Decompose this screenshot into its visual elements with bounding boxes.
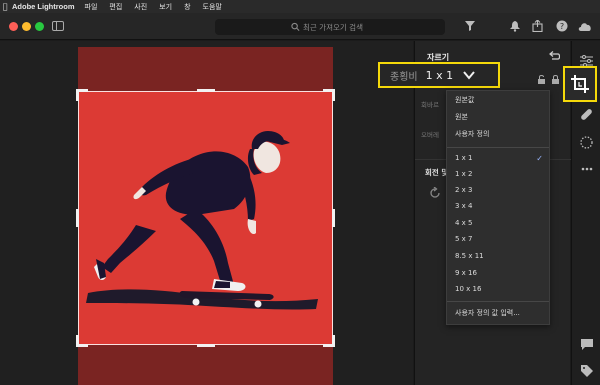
dropdown-item-original[interactable]: 원본 <box>447 109 549 125</box>
menu-bar:  Adobe Lightroom 파일 편집 사진 보기 창 도움말 <box>0 0 600 13</box>
reset-icon[interactable] <box>548 51 561 61</box>
photo-preview[interactable] <box>76 47 335 385</box>
crop-frame[interactable] <box>78 91 333 345</box>
sidebar-toggle-icon[interactable] <box>52 21 64 31</box>
search-icon <box>291 22 300 31</box>
healing-brush-icon[interactable] <box>579 107 594 122</box>
close-window-button[interactable] <box>9 22 18 31</box>
photo-canvas <box>0 41 413 385</box>
comment-icon[interactable] <box>579 337 594 352</box>
zoom-window-button[interactable] <box>35 22 44 31</box>
minimize-window-button[interactable] <box>22 22 31 31</box>
menu-photo[interactable]: 사진 <box>134 2 147 12</box>
dropdown-item-9x16[interactable]: 9 x 16 <box>447 265 549 281</box>
search-placeholder: 최근 가져오기 검색 <box>303 22 363 32</box>
cropped-out-bottom <box>78 345 333 385</box>
overlay-label: 오버레 <box>421 131 439 139</box>
notification-bell-icon[interactable] <box>508 19 522 33</box>
chevron-down-icon <box>463 71 475 80</box>
dropdown-item-10x16[interactable]: 10 x 16 <box>447 281 549 297</box>
app-name-menu[interactable]: Adobe Lightroom <box>12 2 75 11</box>
flip-label: 회바르 <box>421 101 439 109</box>
dropdown-item-1x2[interactable]: 1 x 2 <box>447 166 549 182</box>
flip-icon[interactable] <box>537 75 546 86</box>
aspect-ratio-dropdown: 원본값 원본 사용자 정의 1 x 1 ✓ 1 x 2 2 x 3 3 x 4 … <box>446 90 550 325</box>
rotate-section-title: 회전 및 <box>425 168 449 177</box>
help-icon[interactable]: ? <box>555 19 569 33</box>
menu-window[interactable]: 창 <box>184 2 190 12</box>
dropdown-item-enter-custom[interactable]: 사용자 정의 값 입력... <box>447 305 549 321</box>
crop-handle-top-left-v[interactable] <box>76 89 79 101</box>
aspect-ratio-label: 종횡비 <box>390 71 418 83</box>
aspect-ratio-value: 1 x 1 <box>425 68 454 82</box>
cloud-icon[interactable] <box>578 19 592 33</box>
dropdown-item-8-5x11[interactable]: 8.5 x 11 <box>447 248 549 264</box>
crop-handle-top-right-v[interactable] <box>332 89 335 101</box>
more-options-icon[interactable] <box>579 161 594 176</box>
menu-view[interactable]: 보기 <box>159 2 172 12</box>
dropdown-item-2x3[interactable]: 2 x 3 <box>447 182 549 198</box>
menu-file[interactable]: 파일 <box>85 2 98 12</box>
crop-rotate-icon <box>571 75 589 93</box>
aspect-ratio-selector[interactable]: 종횡비 1 x 1 <box>378 62 500 88</box>
crop-handle-bottom[interactable] <box>197 344 215 347</box>
menu-edit[interactable]: 편집 <box>109 2 122 12</box>
masking-icon[interactable] <box>579 135 594 150</box>
crop-tool-button[interactable] <box>563 66 597 102</box>
crop-handle-bottom-right-v[interactable] <box>332 335 335 347</box>
dropdown-item-as-shot[interactable]: 원본값 <box>447 92 549 108</box>
crop-handle-right[interactable] <box>332 209 335 227</box>
filter-icon[interactable] <box>463 19 477 33</box>
dropdown-item-1x1[interactable]: 1 x 1 ✓ <box>447 150 549 166</box>
search-input[interactable]: 최근 가져오기 검색 <box>215 19 445 35</box>
lock-icon[interactable] <box>551 75 560 86</box>
rotate-icon[interactable] <box>429 186 441 202</box>
dropdown-item-custom[interactable]: 사용자 정의 <box>447 126 549 142</box>
crop-handle-bottom-left-v[interactable] <box>76 335 79 347</box>
crop-handle-left[interactable] <box>76 209 79 227</box>
share-icon[interactable] <box>530 19 544 33</box>
dropdown-item-4x5[interactable]: 4 x 5 <box>447 215 549 231</box>
dropdown-item-3x4[interactable]: 3 x 4 <box>447 198 549 214</box>
checkmark-icon: ✓ <box>536 153 543 163</box>
tag-icon[interactable] <box>579 363 594 378</box>
dropdown-separator <box>447 301 549 302</box>
window-toolbar: 최근 가져오기 검색 ? <box>0 13 600 40</box>
svg-text:?: ? <box>560 22 564 31</box>
crop-handle-top[interactable] <box>197 89 215 92</box>
menu-help[interactable]: 도움말 <box>203 2 222 12</box>
dropdown-item-5x7[interactable]: 5 x 7 <box>447 231 549 247</box>
cropped-out-top <box>78 47 333 91</box>
dropdown-separator <box>447 147 549 148</box>
apple-menu-icon[interactable]:  <box>0 2 10 11</box>
